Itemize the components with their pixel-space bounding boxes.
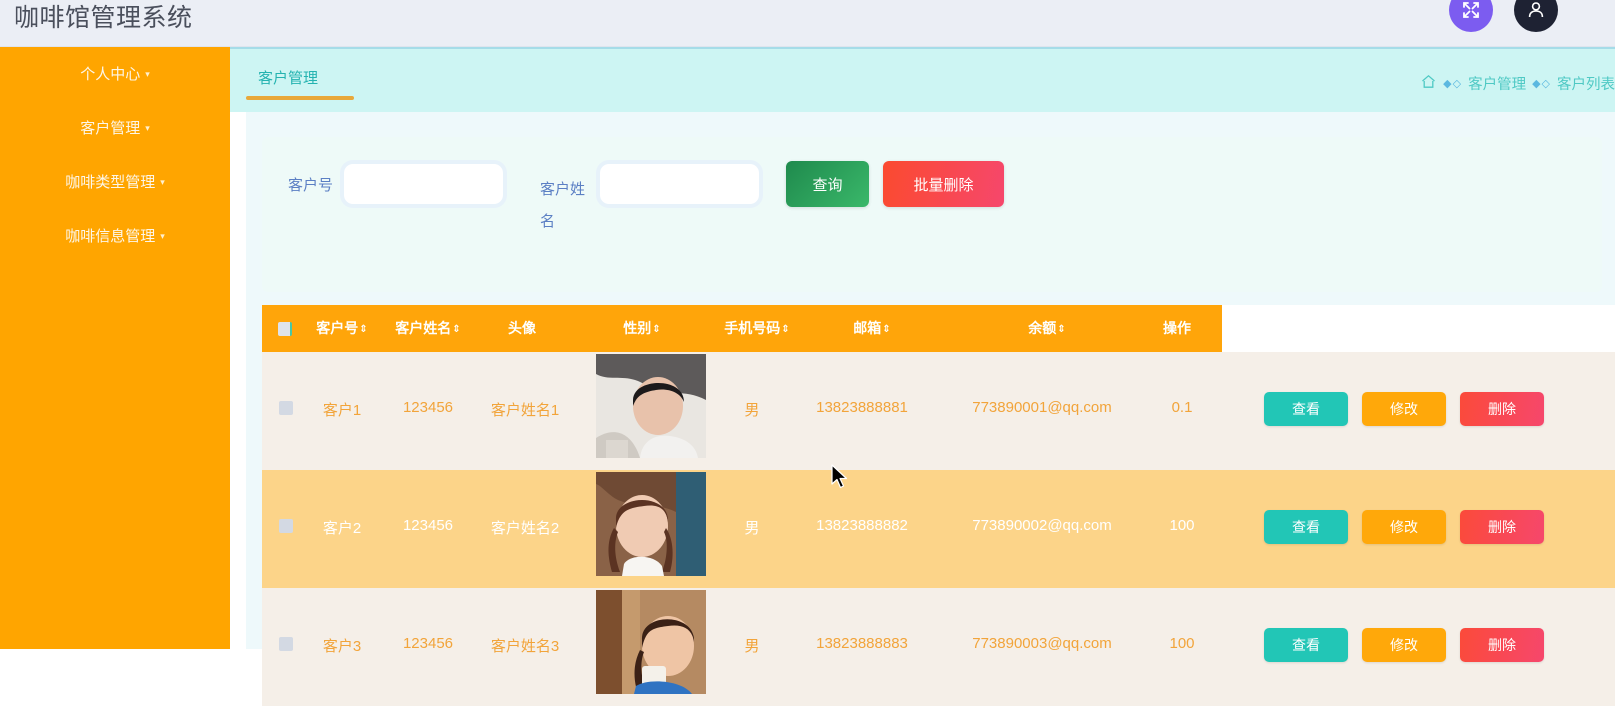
sidebar-item-coffee-info-management[interactable]: 咖啡信息管理 ▾ (0, 225, 230, 246)
search-filter-card: 客户号 客户姓名 查询 批量删除 (262, 137, 1602, 292)
cell-balance: 0.1 (1171, 399, 1193, 416)
customer-name-label: 客户姓名 (540, 181, 586, 230)
cell-avatar[interactable] (596, 354, 706, 458)
cell-code: 123456 (402, 517, 454, 534)
column-header-avatar: 头像 (508, 320, 536, 336)
person-photo-2 (596, 472, 706, 576)
chevron-down-icon: ▾ (145, 123, 150, 133)
cell-customer-name: 客户姓名2 (490, 520, 560, 537)
user-account-button[interactable] (1514, 0, 1558, 32)
chevron-down-icon: ▾ (160, 177, 165, 187)
cell-balance: 100 (1169, 517, 1195, 534)
sidebar-nav: 个人中心 ▾ 客户管理 ▾ 咖啡类型管理 ▾ 咖啡信息管理 ▾ (0, 47, 230, 649)
breadcrumb: ◆◇ 客户管理 ◆◇ 客户列表 (1420, 73, 1615, 94)
tab-bar: 客户管理 ◆◇ 客户管理 ◆◇ 客户列表 (230, 47, 1615, 112)
sort-icon: ⇕ (781, 324, 790, 335)
delete-button[interactable]: 删除 (1460, 392, 1544, 426)
cell-phone: 13823888881 (816, 399, 908, 416)
select-all-checkbox[interactable] (278, 322, 292, 336)
table-row[interactable]: 客户2 123456 客户姓名2 男 13823888882 773890002… (262, 470, 1615, 588)
edit-button[interactable]: 修改 (1362, 628, 1446, 662)
app-header-bar: 咖啡馆管理系统 (0, 0, 1615, 47)
sidebar-item-label: 咖啡类型管理 (65, 174, 156, 191)
column-header-email[interactable]: 邮箱⇕ (832, 305, 912, 352)
view-button[interactable]: 查看 (1264, 392, 1348, 426)
sidebar-item-coffee-type-management[interactable]: 咖啡类型管理 ▾ (0, 171, 230, 192)
view-button[interactable]: 查看 (1264, 510, 1348, 544)
main-content: 客户号 客户姓名 查询 批量删除 客户号⇕ 客户姓名⇕ 头像 性别⇕ 手机号码⇕… (230, 112, 1615, 706)
chevron-down-icon: ▾ (160, 231, 165, 241)
view-button[interactable]: 查看 (1264, 628, 1348, 662)
column-header-customer-name[interactable]: 客户姓名⇕ (380, 305, 476, 352)
sort-icon: ⇕ (652, 324, 661, 335)
cell-customer-no: 客户3 (322, 638, 362, 655)
person-photo-1 (596, 354, 706, 458)
person-photo-3 (596, 590, 706, 694)
app-title: 咖啡馆管理系统 (14, 4, 193, 32)
sort-icon: ⇕ (359, 324, 368, 335)
fullscreen-icon (1463, 2, 1479, 18)
cell-email: 773890002@qq.com (972, 517, 1112, 534)
column-header-balance[interactable]: 余额⇕ (1007, 305, 1087, 352)
cell-balance: 100 (1169, 635, 1195, 652)
table-header-row: 客户号⇕ 客户姓名⇕ 头像 性别⇕ 手机号码⇕ 邮箱⇕ 余额⇕ 操作 (262, 305, 1222, 352)
cell-customer-name: 客户姓名1 (490, 402, 560, 419)
column-header-customer-no[interactable]: 客户号⇕ (302, 305, 382, 352)
cell-code: 123456 (402, 635, 454, 652)
cell-customer-no: 客户2 (322, 520, 362, 537)
tab-active-indicator (246, 96, 354, 100)
cell-avatar[interactable] (596, 590, 706, 694)
cell-phone: 13823888882 (816, 517, 908, 534)
batch-delete-button[interactable]: 批量删除 (883, 161, 1004, 207)
fullscreen-button[interactable] (1449, 0, 1493, 32)
edit-button[interactable]: 修改 (1362, 510, 1446, 544)
table-row[interactable]: 客户3 123456 客户姓名3 男 13823888883 773890003… (262, 588, 1615, 706)
breadcrumb-item-customer-list[interactable]: 客户列表 (1557, 73, 1615, 94)
column-header-actions: 操作 (1163, 320, 1191, 336)
query-button[interactable]: 查询 (786, 161, 869, 207)
cell-avatar[interactable] (596, 472, 706, 576)
delete-button[interactable]: 删除 (1460, 510, 1544, 544)
column-header-phone[interactable]: 手机号码⇕ (702, 305, 812, 352)
edit-button[interactable]: 修改 (1362, 392, 1446, 426)
column-header-gender[interactable]: 性别⇕ (602, 305, 682, 352)
customer-no-label: 客户号 (288, 177, 334, 194)
breadcrumb-separator: ◆◇ (1532, 78, 1551, 90)
cell-gender: 男 (744, 402, 760, 419)
sort-icon: ⇕ (452, 324, 461, 335)
customer-name-input[interactable] (600, 164, 759, 204)
cell-code: 123456 (402, 399, 454, 416)
sort-icon: ⇕ (882, 324, 891, 335)
sidebar-item-label: 个人中心 (80, 66, 141, 83)
breadcrumb-item-customer-management[interactable]: 客户管理 (1468, 73, 1526, 94)
customer-no-input[interactable] (344, 164, 503, 204)
cell-email: 773890003@qq.com (972, 635, 1112, 652)
cell-customer-no: 客户1 (322, 402, 362, 419)
cell-phone: 13823888883 (816, 635, 908, 652)
home-icon[interactable] (1420, 73, 1437, 94)
cell-email: 773890001@qq.com (972, 399, 1112, 416)
customer-table: 客户号⇕ 客户姓名⇕ 头像 性别⇕ 手机号码⇕ 邮箱⇕ 余额⇕ 操作 客户1 1… (262, 305, 1615, 706)
table-row[interactable]: 客户1 123456 客户姓名1 男 13823888881 773890001… (262, 352, 1615, 470)
chevron-down-icon: ▾ (145, 69, 150, 79)
breadcrumb-separator: ◆◇ (1443, 78, 1463, 90)
row-checkbox[interactable] (279, 519, 293, 533)
row-checkbox[interactable] (279, 401, 293, 415)
sidebar-item-personal-center[interactable]: 个人中心 ▾ (0, 63, 230, 84)
sort-icon: ⇕ (1057, 324, 1066, 335)
cell-customer-name: 客户姓名3 (490, 638, 560, 655)
tab-customer-management[interactable]: 客户管理 (258, 67, 318, 88)
delete-button[interactable]: 删除 (1460, 628, 1544, 662)
sidebar-item-customer-management[interactable]: 客户管理 ▾ (0, 117, 230, 138)
cell-gender: 男 (744, 638, 760, 655)
content-panel: 客户号 客户姓名 查询 批量删除 客户号⇕ 客户姓名⇕ 头像 性别⇕ 手机号码⇕… (246, 112, 1615, 706)
cell-gender: 男 (744, 520, 760, 537)
user-avatar-icon (1528, 2, 1544, 18)
sidebar-item-label: 客户管理 (80, 120, 141, 137)
sidebar-item-label: 咖啡信息管理 (65, 228, 156, 245)
